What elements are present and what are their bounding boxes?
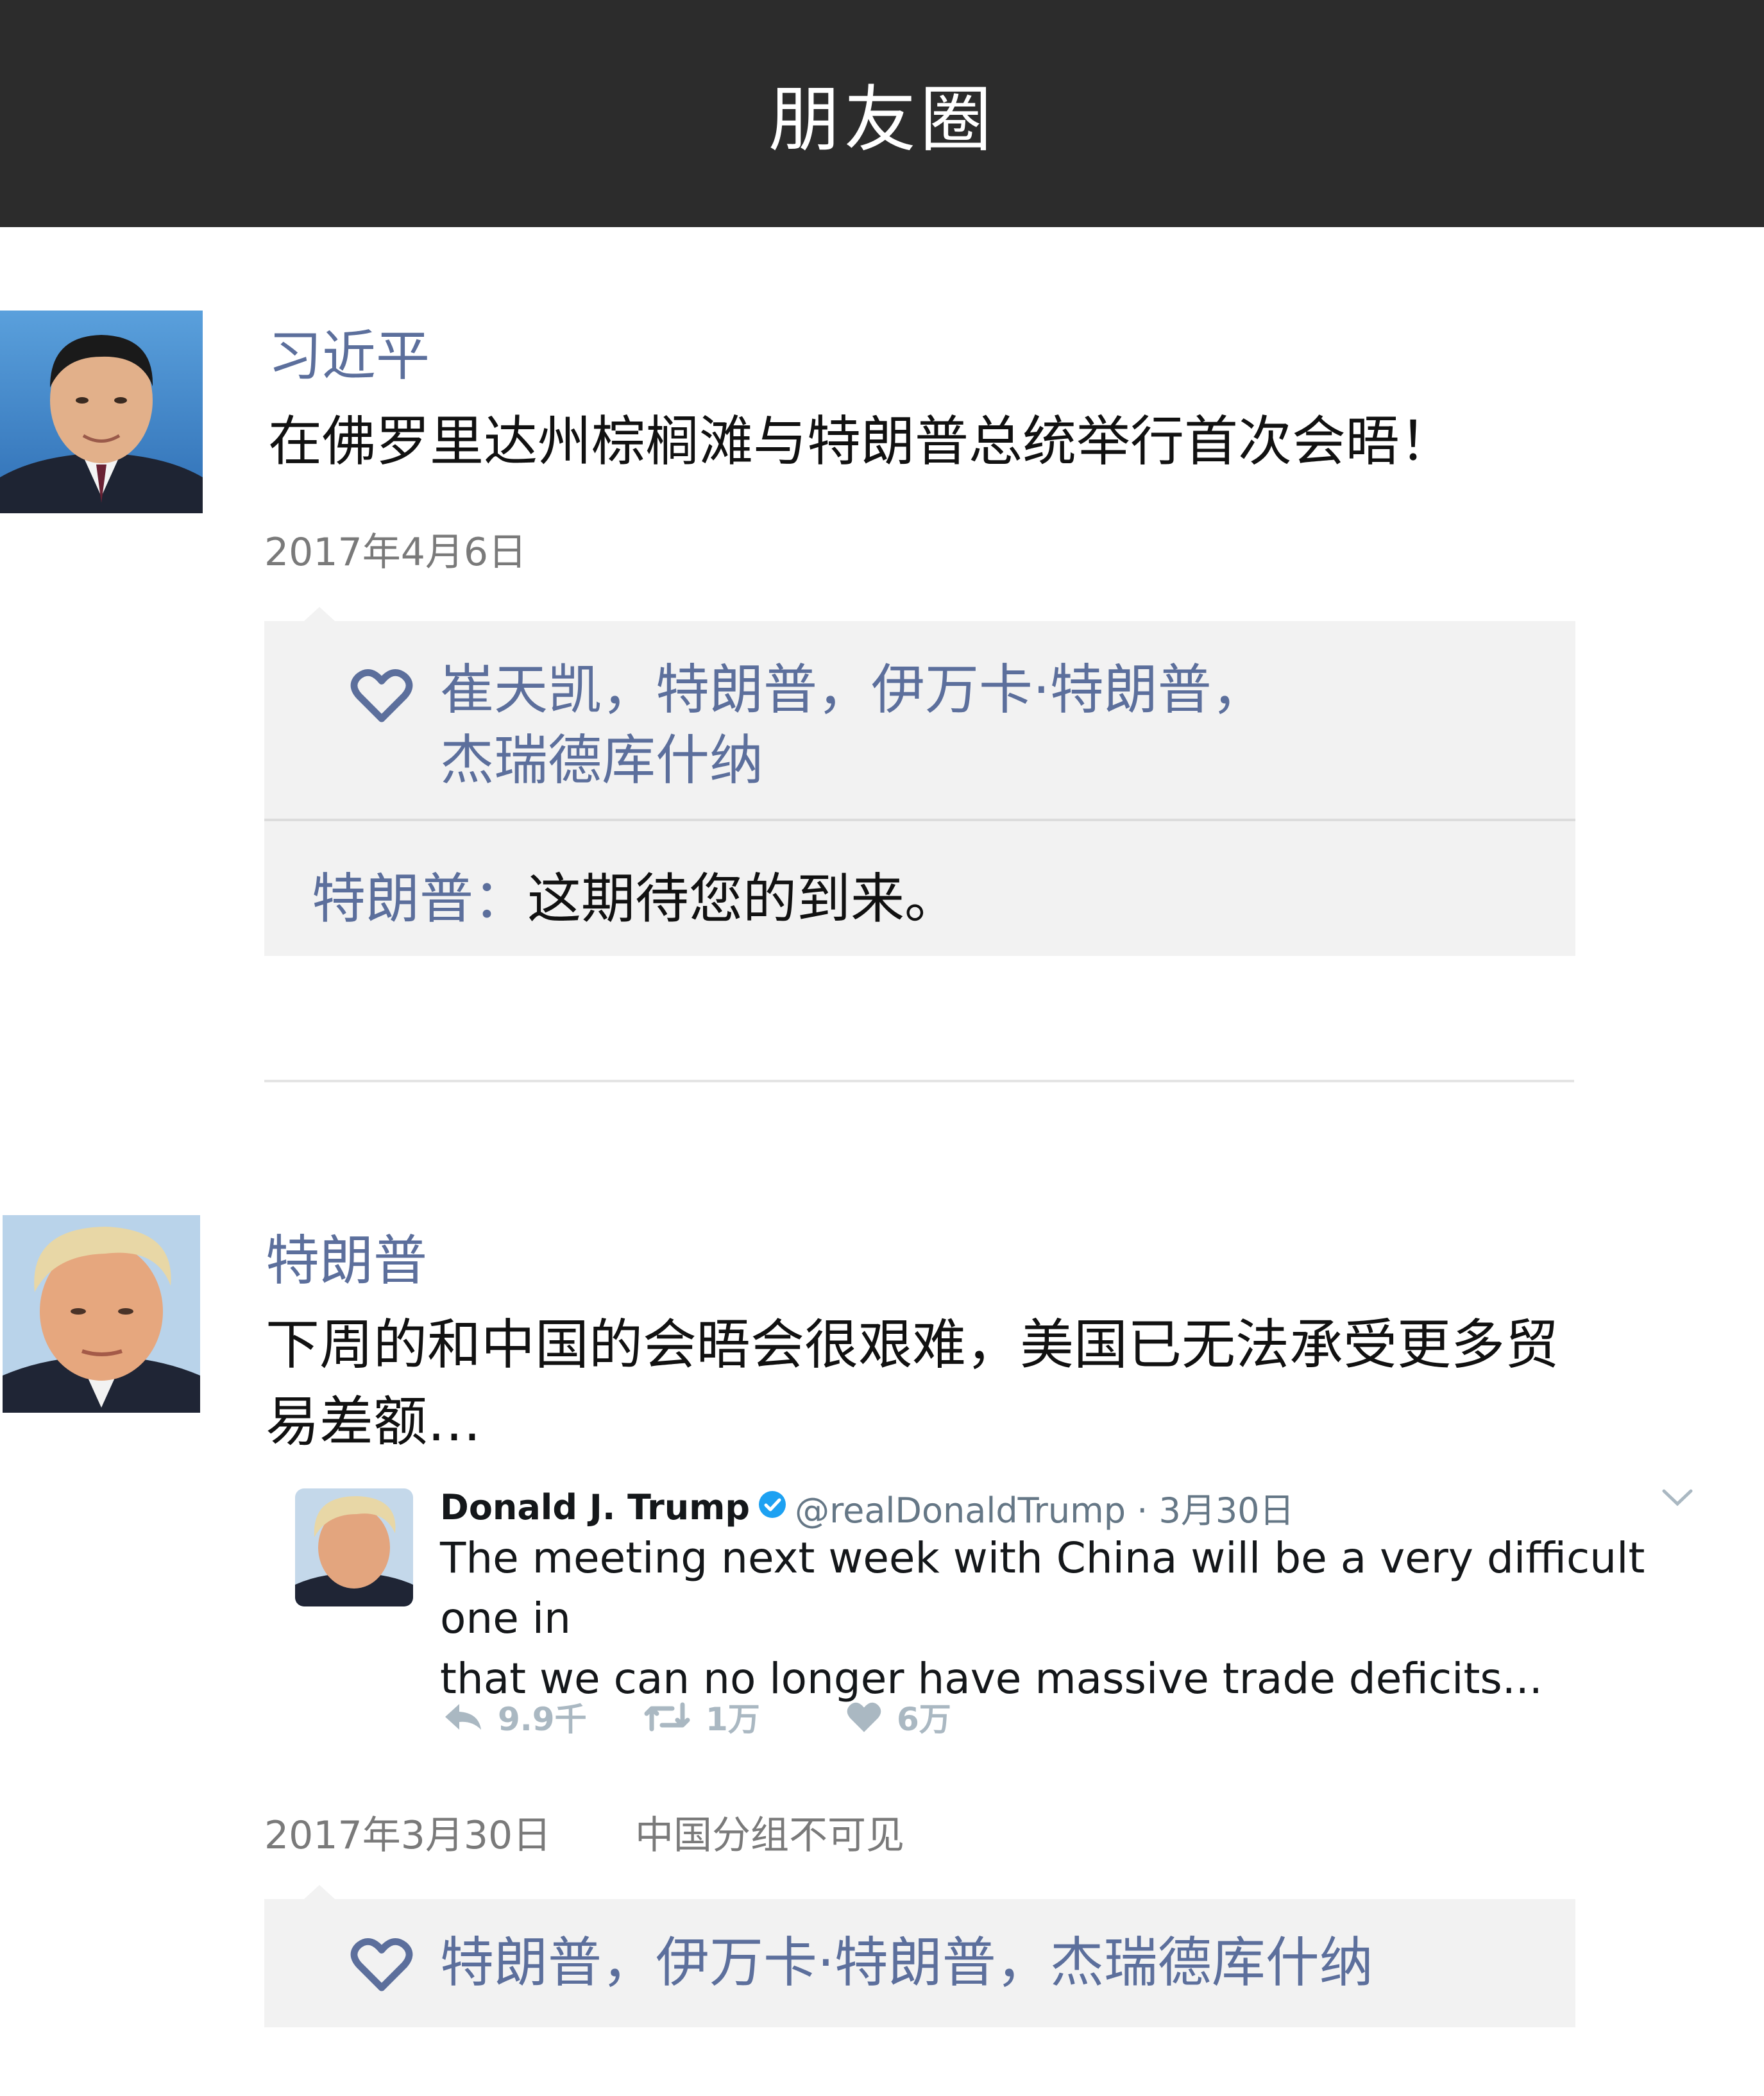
post-date: 2017年4月6日 [264, 530, 527, 575]
divider [264, 1080, 1574, 1082]
tweet-text: The meeting next week with China will be… [440, 1528, 1697, 1709]
reply-button[interactable]: 9.9千 [443, 1694, 587, 1740]
post-text: 在佛罗里达州棕榈滩与特朗普总统举行首次会晤！ [268, 410, 1454, 473]
visibility-note[interactable]: 中国分组不可见 [635, 1804, 904, 1860]
chevron-down-icon[interactable] [1661, 1488, 1693, 1510]
post-text-line: 下周的和中国的会晤会很艰难，美国已无法承受更多贸 [266, 1313, 1559, 1376]
post-text-line: 易差额… [266, 1390, 482, 1453]
like-count: 6万 [897, 1701, 951, 1738]
post-author[interactable]: 特朗普 [266, 1218, 427, 1295]
reply-icon [445, 1704, 481, 1730]
likes-line[interactable]: 杰瑞德库什纳 [440, 725, 1266, 796]
reply-count: 9.9千 [498, 1701, 587, 1738]
likes-panel: 特朗普，伊万卡·特朗普，杰瑞德库什纳 [264, 1885, 1575, 2027]
like-icon [847, 1702, 881, 1732]
tweet-text-line: that we can no longer have massive trade… [440, 1654, 1543, 1703]
verified-icon [758, 1487, 787, 1528]
tweet-text-line: The meeting next week with China will be… [440, 1533, 1645, 1643]
likes-list[interactable]: 特朗普，伊万卡·特朗普，杰瑞德库什纳 [440, 1927, 1373, 1998]
tweet-header: Donald J. Trump @realDonaldTrump · 3月30日 [440, 1482, 1294, 1533]
comment-text: 这期待您的到来。 [527, 867, 959, 930]
likes-line[interactable]: 崔天凯，特朗普，伊万卡·特朗普， [440, 654, 1266, 725]
post-date: 2017年3月30日 [264, 1813, 552, 1858]
top-bar: 朋友圈 [0, 0, 1764, 227]
heart-icon [350, 1936, 413, 1995]
comment[interactable]: 特朗普：这期待您的到来。 [264, 819, 1575, 959]
likes-comments-panel: 崔天凯，特朗普，伊万卡·特朗普， 杰瑞德库什纳 特朗普：这期待您的到来。 [264, 607, 1575, 959]
tweet-author-name[interactable]: Donald J. Trump [440, 1487, 750, 1528]
retweet-count: 1万 [706, 1701, 760, 1738]
likes-list[interactable]: 崔天凯，特朗普，伊万卡·特朗普， 杰瑞德库什纳 [440, 654, 1266, 796]
heart-icon [350, 667, 413, 726]
page-title: 朋友圈 [768, 78, 996, 162]
comment-author[interactable]: 特朗普： [312, 867, 527, 930]
retweet-button[interactable]: 1万 [643, 1694, 760, 1740]
avatar[interactable] [0, 311, 203, 513]
like-button[interactable]: 6万 [845, 1694, 951, 1740]
retweet-icon [644, 1702, 690, 1732]
avatar[interactable] [3, 1215, 200, 1413]
post-text: 下周的和中国的会晤会很艰难，美国已无法承受更多贸 易差额… [266, 1306, 1559, 1460]
tweet-avatar[interactable] [295, 1488, 413, 1606]
post-author[interactable]: 习近平 [268, 313, 430, 391]
tweet-handle[interactable]: @realDonaldTrump · 3月30日 [795, 1482, 1294, 1533]
